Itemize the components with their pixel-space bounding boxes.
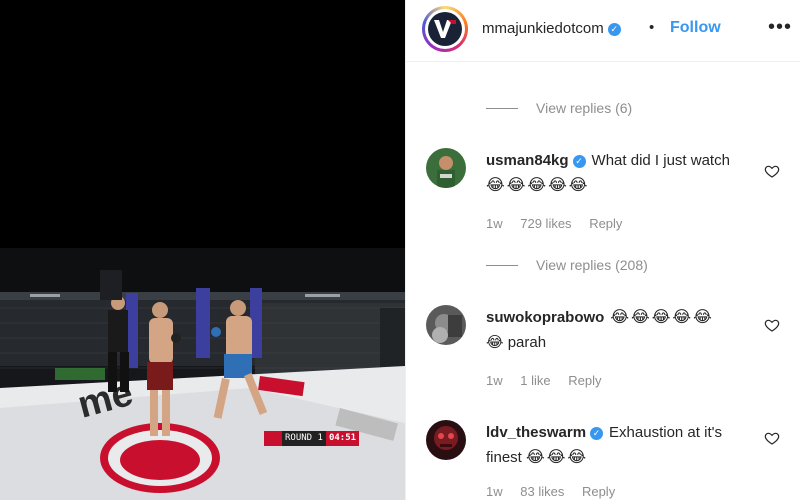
replies-line [486, 107, 518, 109]
like-heart-icon[interactable] [764, 317, 780, 333]
video-player[interactable]: me [0, 248, 405, 500]
comment-age: 1w [486, 373, 503, 388]
comment-body: ldv_theswarm ✓ Exhaustion at it's finest 😂… [486, 420, 751, 470]
reply-button[interactable]: Reply [589, 216, 622, 231]
post-author-avatar[interactable] [422, 6, 468, 52]
view-replies-button[interactable]: View replies (6) [486, 100, 632, 116]
comment-username[interactable]: ldv_theswarm [486, 424, 586, 441]
view-replies-button[interactable]: View replies (208) [486, 257, 648, 273]
comment-meta: 1w 83 likes Reply [486, 484, 629, 499]
comment-text: 😂 parah [486, 334, 547, 351]
comment-username[interactable]: suwokoprabowo [486, 309, 604, 326]
scorebug-round: ROUND 1 [282, 431, 326, 446]
comment-text: What did I just watch [591, 152, 730, 169]
header-separator: • [649, 19, 655, 36]
view-replies-label[interactable]: View replies (6) [536, 100, 632, 116]
post-author-username[interactable]: mmajunkiedotcom [482, 20, 604, 37]
comment-likes[interactable]: 1 like [520, 373, 550, 388]
like-heart-icon[interactable] [764, 163, 780, 179]
verified-icon: ✓ [590, 427, 604, 440]
comment-likes[interactable]: 83 likes [520, 484, 564, 499]
comment-emojis: 😂😂😂 [526, 449, 589, 466]
post-media[interactable]: me ROUND 1 04:51 [0, 0, 405, 500]
post-header: mmajunkiedotcom ✓ • Follow ••• [406, 0, 800, 62]
verified-icon: ✓ [572, 155, 586, 168]
follow-button[interactable]: Follow [670, 19, 721, 37]
fight-scorebug: ROUND 1 04:51 [264, 431, 360, 446]
comment-body: usman84kg ✓ What did I just watch 😂😂😂😂😂 [486, 148, 751, 198]
scorebug-time: 04:51 [325, 431, 360, 446]
verified-icon: ✓ [607, 23, 621, 36]
reply-button[interactable]: Reply [582, 484, 615, 499]
scorebug-logo [264, 431, 282, 446]
comment-age: 1w [486, 484, 503, 499]
comment-emojis: 😂😂😂😂😂 [610, 309, 714, 326]
view-replies-label[interactable]: View replies (208) [536, 257, 648, 273]
comment-body: suwokoprabowo 😂😂😂😂😂 😂 parah [486, 305, 751, 355]
post-author-name[interactable]: mmajunkiedotcom ✓ [482, 20, 621, 37]
more-options-icon[interactable]: ••• [768, 16, 792, 39]
replies-line [486, 264, 518, 266]
reply-button[interactable]: Reply [568, 373, 601, 388]
commenter-avatar[interactable] [426, 420, 466, 460]
post-panel: mmajunkiedotcom ✓ • Follow ••• View repli… [405, 0, 800, 500]
comment-likes[interactable]: 729 likes [520, 216, 571, 231]
fight-scene-image: me [0, 248, 405, 500]
commenter-avatar[interactable] [426, 148, 466, 188]
like-heart-icon[interactable] [764, 430, 780, 446]
comment-age: 1w [486, 216, 503, 231]
comment-meta: 1w 1 like Reply [486, 373, 615, 388]
comment-meta: 1w 729 likes Reply [486, 216, 636, 231]
comment-username[interactable]: usman84kg [486, 152, 569, 169]
commenter-avatar[interactable] [426, 305, 466, 345]
mmajunkie-logo-icon [428, 12, 462, 46]
comment-emojis: 😂😂😂😂😂 [486, 177, 590, 194]
